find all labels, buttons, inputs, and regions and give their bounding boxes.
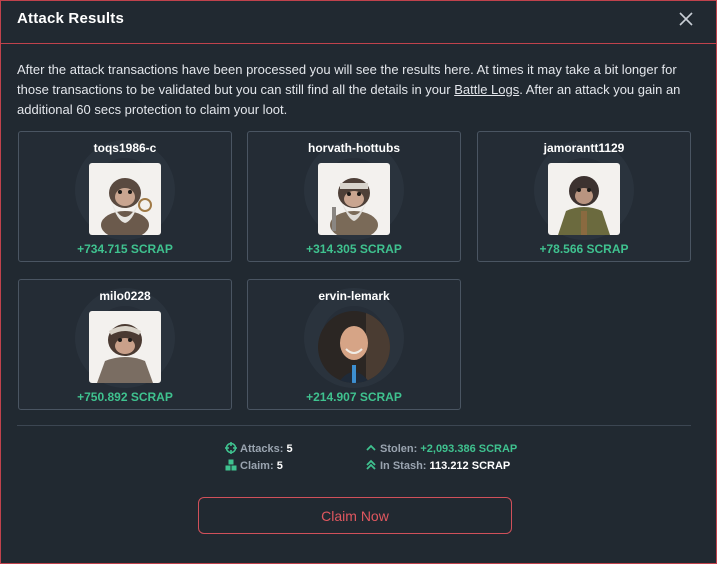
- scrap-amount: +214.907 SCRAP: [306, 390, 402, 404]
- result-card: ervin-lemark +214.907 SCRAP: [247, 279, 461, 410]
- claim-stat: Claim: 5: [225, 459, 283, 472]
- result-card: jamorantt1129 +78.566 SCRAP: [477, 131, 691, 262]
- ape-avatar-icon: [89, 163, 161, 235]
- attacks-label: Attacks:: [240, 443, 284, 455]
- player-name: jamorantt1129: [543, 141, 625, 155]
- modal-header: Attack Results: [0, 0, 717, 44]
- avatar: [89, 163, 161, 235]
- modal-body: After the attack transactions have been …: [0, 44, 717, 564]
- scrap-amount: +314.305 SCRAP: [306, 242, 402, 256]
- stash-stat: In Stash: 113.212 SCRAP: [365, 459, 510, 472]
- stolen-label: Stolen:: [380, 443, 418, 455]
- claim-value: 5: [276, 460, 283, 472]
- battle-logs-link[interactable]: Battle Logs: [454, 82, 519, 97]
- divider: [17, 425, 691, 426]
- modal-title: Attack Results: [17, 10, 125, 27]
- stolen-stat: Stolen: +2,093.386 SCRAP: [365, 442, 517, 455]
- player-name: ervin-lemark: [318, 289, 390, 303]
- avatar: [548, 163, 620, 235]
- player-name: toqs1986-c: [93, 141, 157, 155]
- attacks-value: 5: [286, 443, 293, 455]
- close-icon[interactable]: [678, 11, 694, 27]
- avatar: [318, 163, 390, 235]
- scrap-amount: +750.892 SCRAP: [77, 390, 173, 404]
- result-card: milo0228 +750.892 SCRAP: [18, 279, 232, 410]
- stash-label: In Stash:: [380, 460, 427, 472]
- avatar: [89, 311, 161, 383]
- person-avatar-icon: [318, 311, 390, 383]
- attacks-stat: Attacks: 5: [225, 442, 293, 455]
- player-name: milo0228: [99, 289, 151, 303]
- double-chevron-up-icon: [366, 459, 376, 470]
- avatar: [318, 311, 390, 383]
- player-name: horvath-hottubs: [308, 141, 400, 155]
- scrap-amount: +734.715 SCRAP: [77, 242, 173, 256]
- intro-text: After the attack transactions have been …: [17, 60, 689, 120]
- claim-now-button[interactable]: Claim Now: [198, 497, 512, 534]
- scrap-amount: +78.566 SCRAP: [539, 242, 629, 256]
- stash-value: 113.212 SCRAP: [429, 460, 511, 472]
- result-card: horvath-hottubs +314.305 SCRAP: [247, 131, 461, 262]
- ape-avatar-icon: [89, 311, 161, 383]
- claim-label: Claim:: [240, 460, 274, 472]
- stolen-value: +2,093.386 SCRAP: [420, 443, 518, 455]
- result-card: toqs1986-c +734.715 SCRAP: [18, 131, 232, 262]
- attack-results-modal: Attack Results After the attack transact…: [0, 0, 717, 564]
- ape-avatar-icon: [318, 163, 390, 235]
- chevron-up-icon: [366, 444, 376, 451]
- boxes-icon: [225, 459, 237, 471]
- crosshair-icon: [225, 442, 237, 454]
- ape-avatar-icon: [548, 163, 620, 235]
